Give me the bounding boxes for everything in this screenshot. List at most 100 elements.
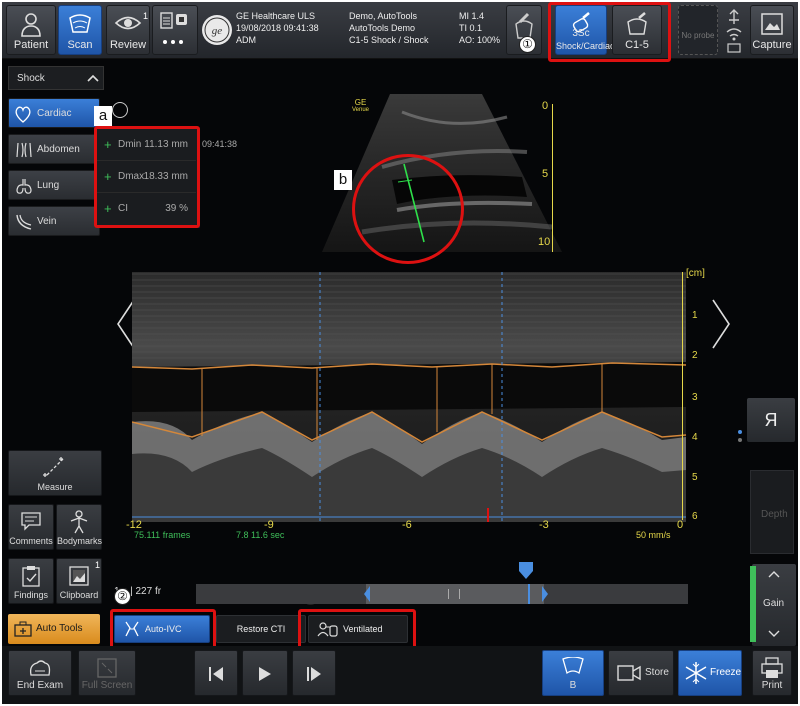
depth-label: Depth <box>761 509 788 520</box>
device-info: GE Healthcare ULS 19/08/2018 09:41:38 AD… <box>236 10 319 46</box>
scan-button[interactable]: Scan <box>58 5 102 55</box>
seconds-info: 7.8 11.6 sec <box>236 530 285 540</box>
previous-frame-button[interactable] <box>194 650 238 696</box>
preset-abdomen[interactable]: Abdomen <box>8 134 100 164</box>
cine-scrollbar[interactable] <box>196 584 688 604</box>
annotation-box-1 <box>548 2 671 62</box>
review-count: 1 <box>143 11 149 21</box>
m-depth-unit: [cm] <box>686 268 705 279</box>
abdomen-icon <box>16 142 32 158</box>
worksheet-icon <box>160 12 187 44</box>
m-depth-tick-1: 1 <box>692 310 698 321</box>
chevron-up-icon <box>768 571 780 578</box>
store-label: Store <box>645 667 669 678</box>
comments-button[interactable]: Comments <box>8 504 54 550</box>
annotation-box-a <box>94 126 200 228</box>
cine-range-end-handle[interactable] <box>542 586 548 602</box>
capture-label: Capture <box>752 39 792 51</box>
heart-icon <box>15 106 31 123</box>
info-circle-icon[interactable] <box>112 102 128 118</box>
measure-label: Measure <box>37 482 73 492</box>
ge-logo-icon: ge <box>204 17 230 43</box>
preset-lung[interactable]: Lung <box>8 170 100 200</box>
ge-watermark-sub: Venue <box>352 107 370 113</box>
full-screen-button[interactable]: Full Screen <box>78 650 136 696</box>
depth-control[interactable]: Depth <box>750 470 794 554</box>
annotation-a: a <box>94 106 112 126</box>
user-text: ADM <box>236 35 256 45</box>
next-frame-button[interactable] <box>292 650 336 696</box>
clipboard-check-icon <box>22 566 40 587</box>
ge-logo: ge <box>202 15 232 45</box>
capture-button[interactable]: Capture <box>750 5 794 55</box>
b-mode-label: B <box>569 680 577 691</box>
x-tick-minus6: -6 <box>402 519 412 531</box>
top-toolbar: Patient Scan 1 Review ge GE Healthcare U… <box>2 2 798 62</box>
preset-cardiac[interactable]: Cardiac <box>8 98 100 128</box>
ge-watermark: GE Venue <box>352 98 369 113</box>
capture-icon <box>761 13 783 35</box>
preset-lung-label: Lung <box>37 180 60 191</box>
gain-control[interactable]: Gain <box>752 564 796 646</box>
patient-button[interactable]: Patient <box>6 5 56 55</box>
freeze-button[interactable]: Freeze <box>678 650 742 696</box>
m-depth-tick-6: 6 <box>692 511 698 522</box>
preset-vein-label: Vein <box>37 216 57 227</box>
b-mode-button[interactable]: B <box>542 650 604 696</box>
exam-sub-text: AutoTools Demo <box>349 23 416 33</box>
restore-cti-label: Restore CTI <box>236 624 286 634</box>
usb-wifi-icon <box>726 9 742 53</box>
print-label: Print <box>761 680 783 691</box>
preset-vein[interactable]: Vein <box>8 206 100 236</box>
m-depth-tick-3: 3 <box>692 392 698 403</box>
end-exam-button[interactable]: End Exam <box>8 650 72 696</box>
svg-text:ge: ge <box>212 25 223 37</box>
review-label: Review <box>109 39 147 51</box>
eye-icon <box>114 16 142 30</box>
step-forward-icon <box>307 667 321 681</box>
play-button[interactable] <box>242 650 288 696</box>
sweep-speed: 50 mm/s <box>636 530 671 540</box>
m-depth-tick-2: 2 <box>692 350 698 361</box>
playhead-marker-icon <box>519 562 533 579</box>
connectivity-icons <box>722 8 746 54</box>
measure-icon <box>43 457 64 477</box>
findings-button[interactable]: Findings <box>8 558 54 604</box>
lung-icon <box>16 179 32 194</box>
review-button[interactable]: 1 Review <box>106 5 150 55</box>
next-image-button[interactable] <box>709 298 733 350</box>
cine-playhead[interactable] <box>528 584 530 604</box>
cine-range-start-handle[interactable] <box>364 586 370 602</box>
annotation-box-2 <box>110 609 216 649</box>
depth-tick-5: 5 <box>542 168 549 180</box>
auto-tools-label: Auto Tools <box>36 623 83 634</box>
chevron-right-icon <box>712 299 730 349</box>
store-button[interactable]: Store <box>608 650 674 696</box>
exam-info: Demo, AutoTools AutoTools Demo C1-5 Shoc… <box>349 10 429 46</box>
bodymarks-label: Bodymarks <box>57 536 103 546</box>
auto-tools-button[interactable]: Auto Tools <box>8 614 100 644</box>
cine-playhead-marker[interactable] <box>518 561 534 581</box>
patient-label: Patient <box>13 39 49 51</box>
gain-label: Gain <box>763 598 785 609</box>
preset-group-dropdown[interactable]: Shock <box>8 66 104 90</box>
bodymarks-button[interactable]: Bodymarks <box>56 504 102 550</box>
power-info: MI 1.4 TI 0.1 AO: 100% <box>459 10 500 46</box>
flip-button[interactable]: Я <box>747 398 795 442</box>
restore-cti-button[interactable]: Restore CTI <box>216 615 306 643</box>
measurement-time: 09:41:38 <box>202 139 238 149</box>
print-button[interactable]: Print <box>752 650 792 696</box>
brand-text: GE Healthcare ULS <box>236 11 316 21</box>
measure-button[interactable]: Measure <box>8 450 102 496</box>
chevron-up-icon <box>87 74 99 82</box>
page-dot-1 <box>738 430 742 434</box>
datetime-text: 19/08/2018 09:41:38 <box>236 23 319 33</box>
cine-grip <box>448 589 460 599</box>
annotation-2: ② <box>114 588 131 605</box>
m-mode-lumen <box>132 362 686 412</box>
depth-tick-0: 0 <box>542 100 549 112</box>
clipboard-button[interactable]: 1 Clipboard <box>56 558 102 604</box>
annotation-circle-b <box>352 154 464 264</box>
exam-name-text: Demo, AutoTools <box>349 11 418 21</box>
worksheet-button[interactable] <box>152 5 198 55</box>
